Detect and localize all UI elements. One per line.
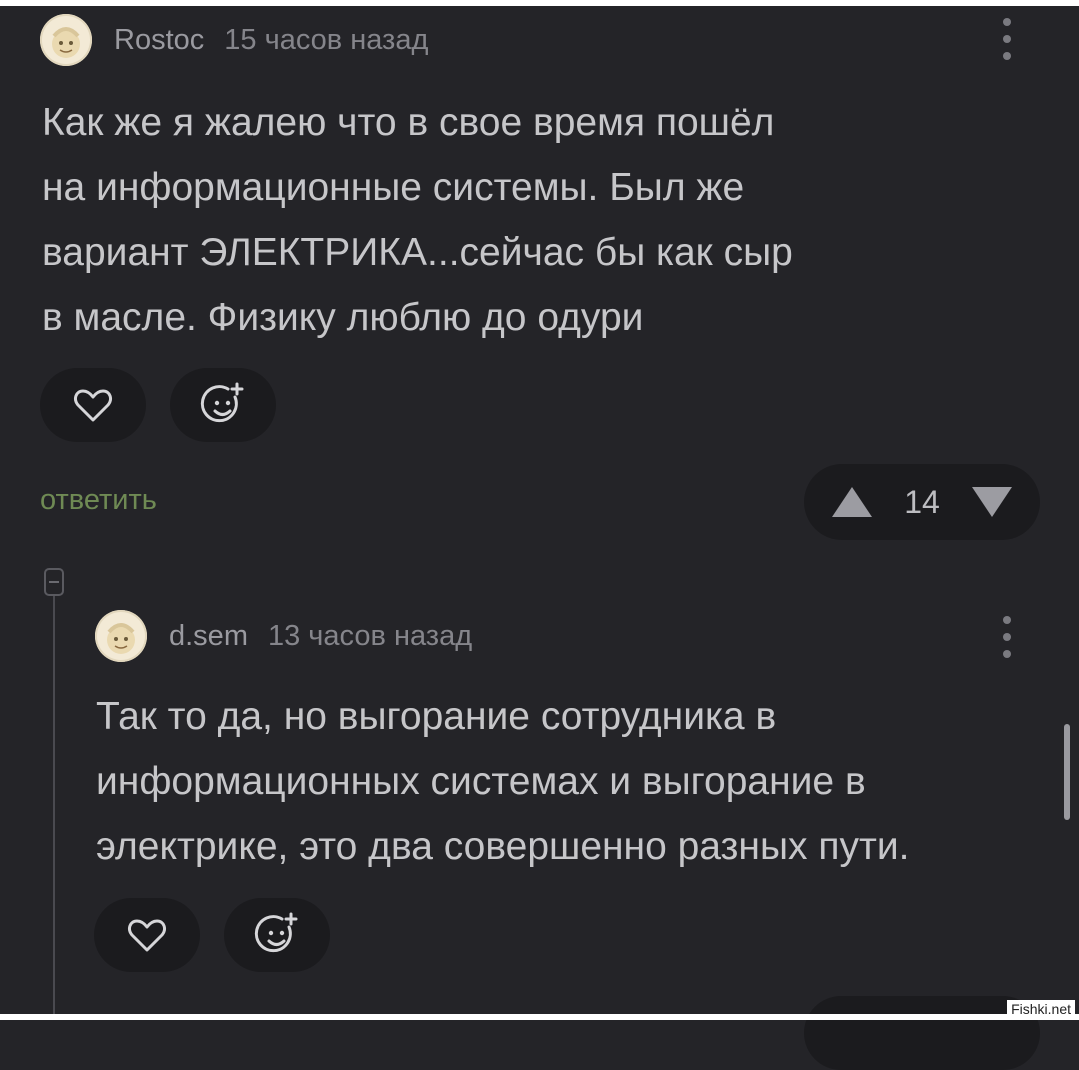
rating-box-partial — [804, 996, 1040, 1070]
rating-box: 14 — [804, 464, 1040, 540]
heart-icon — [128, 919, 166, 952]
more-vertical-icon[interactable] — [1001, 616, 1013, 662]
comment-line: вариант ЭЛЕКТРИКА...сейчас бы как сыр — [42, 231, 793, 274]
collapse-thread-button[interactable] — [44, 568, 64, 596]
avatar-image — [107, 623, 135, 654]
avatar[interactable] — [40, 14, 92, 66]
avatar-image — [52, 27, 80, 58]
comment-line: электрике, это два совершенно разных пут… — [96, 825, 910, 868]
like-button[interactable] — [94, 898, 200, 972]
add-emoji-icon — [200, 382, 244, 423]
heart-icon — [74, 389, 112, 422]
comment-text: Так то да, но выгорание сотрудника в инф… — [96, 684, 909, 879]
upvote-icon[interactable] — [830, 485, 874, 519]
bottom-frame-edge — [0, 1014, 1079, 1020]
react-button[interactable] — [170, 368, 276, 442]
author-name[interactable]: d.sem — [169, 620, 248, 653]
comment-line: Как же я жалею что в свое время пошёл — [42, 101, 775, 144]
comment-time: 13 часов назад — [267, 619, 473, 652]
comment-line: информационных системах и выгорание в — [96, 760, 866, 803]
comment-line: Так то да, но выгорание сотрудника в — [96, 695, 777, 738]
add-emoji-icon — [254, 912, 298, 953]
reply-link[interactable]: ответить — [40, 484, 157, 517]
react-button[interactable] — [224, 898, 330, 972]
watermark: Fishki.net — [1007, 1000, 1075, 1018]
comment-header: Rostoc 15 часов назад — [40, 14, 428, 66]
downvote-icon[interactable] — [970, 485, 1014, 519]
comment-header: d.sem 13 часов назад — [95, 610, 472, 662]
like-button[interactable] — [40, 368, 146, 442]
scrollbar[interactable] — [1064, 724, 1070, 820]
comment-line: в масле. Физику люблю до одури — [42, 296, 644, 339]
comment-line: на информационные системы. Был же — [42, 166, 745, 209]
comment-dsem: d.sem 13 часов назад Так то да, но выгор… — [0, 600, 1079, 1070]
avatar[interactable] — [95, 610, 147, 662]
comment-rostoc: Rostoc 15 часов назад Как же я жалею что… — [0, 0, 1079, 560]
comment-text: Как же я жалею что в свое время пошёл на… — [42, 90, 793, 350]
rating-count: 14 — [904, 483, 940, 520]
more-vertical-icon[interactable] — [1001, 18, 1013, 64]
author-name[interactable]: Rostoc — [114, 24, 204, 57]
comment-time: 15 часов назад — [224, 23, 429, 56]
